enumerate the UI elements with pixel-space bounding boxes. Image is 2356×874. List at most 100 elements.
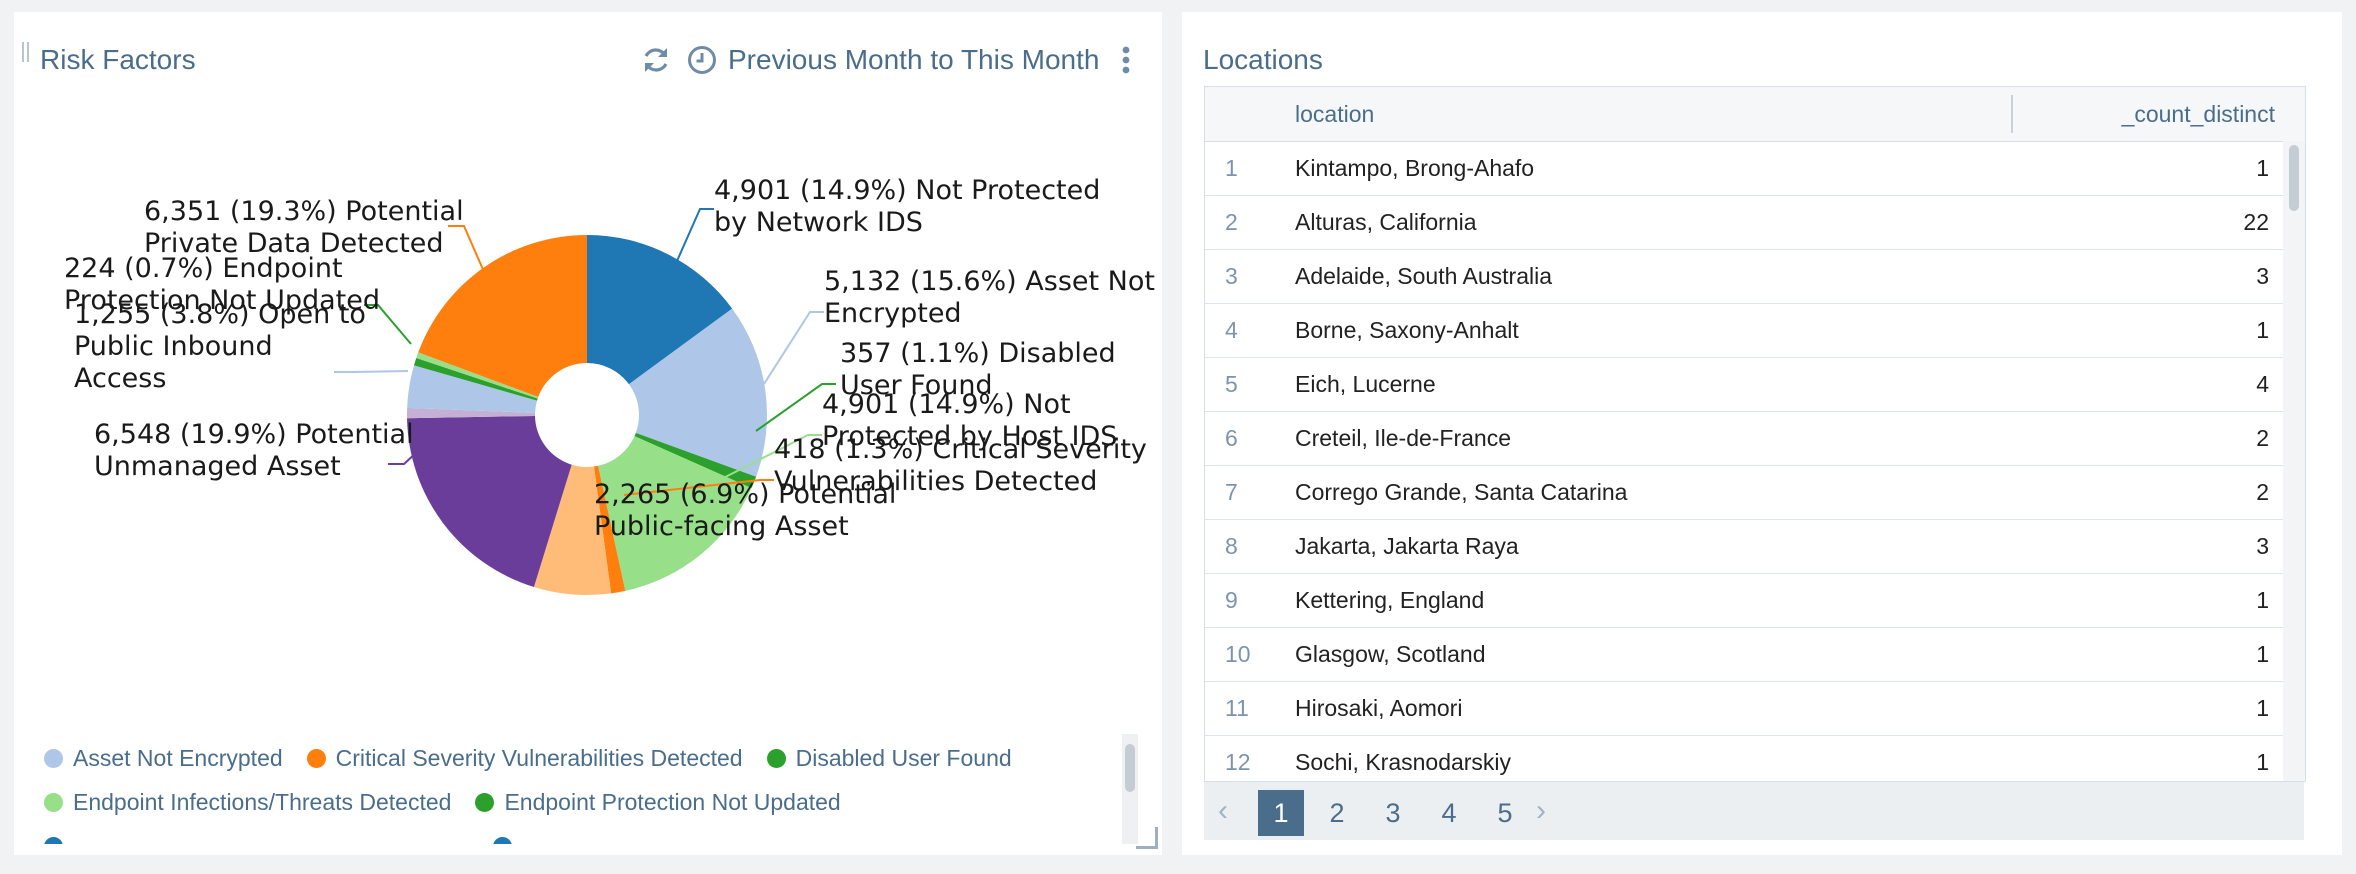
table-row[interactable]: 10 Glasgow, Scotland 1	[1205, 628, 2283, 682]
cell-count: 4	[2256, 371, 2269, 397]
table-scrollbar[interactable]	[2283, 141, 2305, 781]
cell-location: Eich, Lucerne	[1295, 371, 1436, 397]
table-row[interactable]: 1 Kintampo, Brong-Ahafo 1	[1205, 142, 2283, 196]
data-label-asset-not-encrypted: 5,132 (15.6%) Asset Not Encrypted	[824, 266, 1155, 329]
legend-label: Endpoint Protection Not Updated	[504, 788, 841, 815]
row-index: 5	[1225, 371, 1238, 397]
cell-location: Borne, Saxony-Anhalt	[1295, 317, 1519, 343]
table-row[interactable]: 11 Hirosaki, Aomori 1	[1205, 682, 2283, 736]
data-label-potential-private-data-detected: 6,351 (19.3%) Potential Private Data Dete…	[144, 196, 464, 259]
table-row[interactable]: 12 Sochi, Krasnodarskiy 1	[1205, 736, 2283, 781]
drag-handle[interactable]	[22, 42, 30, 62]
legend-row: Asset Not Encrypted Critical Severity Vul…	[44, 740, 1036, 776]
table-header: location _count_distinct	[1205, 87, 2305, 142]
row-index: 9	[1225, 587, 1238, 613]
cell-count: 1	[2256, 155, 2269, 181]
row-index: 6	[1225, 425, 1238, 451]
table-row[interactable]: 2 Alturas, California 22	[1205, 196, 2283, 250]
next-page-button[interactable]: ›	[1536, 782, 1546, 840]
clock-icon[interactable]	[686, 44, 718, 76]
cell-count: 1	[2256, 749, 2269, 775]
pagination: ‹ 1 2 3 4 5 ›	[1204, 782, 2304, 840]
row-index: 7	[1225, 479, 1238, 505]
legend-item[interactable]: Critical Severity Vulnerabilities Detect…	[306, 744, 743, 772]
locations-panel: Locations location _count_distinct 1 Kint…	[1182, 12, 2342, 855]
row-index: 3	[1225, 263, 1238, 289]
risk-pie-chart: 4,901 (14.9%) Not Protected by Network ID…	[64, 175, 1155, 595]
cell-location: Glasgow, Scotland	[1295, 641, 1486, 667]
row-index: 10	[1225, 641, 1251, 667]
resize-handle[interactable]	[1136, 827, 1158, 849]
legend-row	[44, 828, 942, 844]
leader-line	[334, 370, 409, 373]
table-row[interactable]: 3 Adelaide, South Australia 3	[1205, 250, 2283, 304]
column-resizer[interactable]	[2011, 95, 2013, 133]
cell-count: 1	[2256, 587, 2269, 613]
legend-item[interactable]	[493, 836, 522, 844]
cell-count: 3	[2256, 533, 2269, 559]
risk-factors-panel: Risk Factors Previous Month to This Mont…	[14, 12, 1162, 855]
time-period-selector[interactable]: Previous Month to This Month	[728, 44, 1099, 76]
table-row[interactable]: 4 Borne, Saxony-Anhalt 1	[1205, 304, 2283, 358]
page-1-button[interactable]: 1	[1258, 790, 1304, 836]
cell-count: 1	[2256, 695, 2269, 721]
leader-line	[763, 311, 824, 385]
legend-item[interactable]	[44, 836, 73, 844]
table-row[interactable]: 6 Creteil, Ile-de-France 2	[1205, 412, 2283, 466]
data-label-endpoint-protection-not-updated: 224 (0.7%) Endpoint Protection Not Update…	[64, 253, 380, 316]
data-label-potential-public-facing-asset: 2,265 (6.9%) Potential Public-facing Asse…	[594, 479, 896, 542]
table-row[interactable]: 5 Eich, Lucerne 4	[1205, 358, 2283, 412]
cell-location: Hirosaki, Aomori	[1295, 695, 1463, 721]
more-vertical-icon[interactable]	[1118, 44, 1134, 76]
leader-line	[676, 208, 714, 262]
legend-swatch	[766, 748, 786, 768]
legend-item[interactable]: Endpoint Protection Not Updated	[475, 788, 841, 816]
legend-row: Endpoint Infections/Threats Detected Endp…	[44, 784, 865, 820]
page-4-button[interactable]: 4	[1426, 790, 1472, 836]
cell-count: 22	[2243, 209, 2269, 235]
prev-page-button[interactable]: ‹	[1218, 782, 1228, 840]
page-3-button[interactable]: 3	[1370, 790, 1416, 836]
cell-location: Kettering, England	[1295, 587, 1485, 613]
page-2-button[interactable]: 2	[1314, 790, 1360, 836]
legend-item[interactable]: Endpoint Infections/Threats Detected	[44, 789, 451, 816]
row-index: 4	[1225, 317, 1238, 343]
cell-count: 2	[2256, 425, 2269, 451]
table-row[interactable]: 9 Kettering, England 1	[1205, 574, 2283, 628]
leader-line	[448, 225, 486, 275]
legend-item[interactable]: Disabled User Found	[766, 744, 1012, 772]
cell-count: 2	[2256, 479, 2269, 505]
row-index: 11	[1225, 695, 1249, 721]
row-index: 1	[1225, 155, 1238, 181]
cell-location: Corrego Grande, Santa Catarina	[1295, 479, 1628, 505]
legend-swatch	[44, 792, 63, 812]
legend-label: Critical Severity Vulnerabilities Detect…	[335, 744, 743, 771]
chart-legend: Asset Not Encrypted Critical Severity Vul…	[44, 740, 1124, 844]
column-header-location[interactable]: location	[1295, 87, 1374, 141]
legend-swatch	[44, 748, 63, 768]
column-header-count[interactable]: _count_distinct	[2122, 87, 2275, 141]
legend-swatch	[475, 792, 495, 812]
panel-title: Locations	[1203, 44, 1323, 75]
cell-location: Creteil, Ile-de-France	[1295, 425, 1512, 451]
legend-swatch	[493, 836, 512, 844]
table-row[interactable]: 8 Jakarta, Jakarta Raya 3	[1205, 520, 2283, 574]
cell-count: 1	[2256, 641, 2269, 667]
refresh-icon[interactable]	[640, 44, 672, 76]
data-label-potential-unmanaged-asset: 6,548 (19.9%) Potential Unmanaged Asset	[94, 419, 414, 482]
cell-location: Adelaide, South Australia	[1295, 263, 1553, 289]
legend-swatch	[306, 748, 326, 768]
legend-swatch	[44, 836, 63, 844]
cell-count: 3	[2256, 263, 2269, 289]
data-label-not-protected-by-network-ids: 4,901 (14.9%) Not Protected by Network ID…	[714, 175, 1100, 238]
legend-item[interactable]: Asset Not Encrypted	[44, 745, 283, 772]
page-5-button[interactable]: 5	[1482, 790, 1528, 836]
row-index: 2	[1225, 209, 1238, 235]
legend-label: Disabled User Found	[795, 744, 1012, 771]
locations-table: location _count_distinct 1 Kintampo, Bron…	[1204, 86, 2306, 782]
table-row[interactable]: 7 Corrego Grande, Santa Catarina 2	[1205, 466, 2283, 520]
row-index: 8	[1225, 533, 1238, 559]
cell-location: Sochi, Krasnodarskiy	[1295, 749, 1512, 775]
cell-location: Kintampo, Brong-Ahafo	[1295, 155, 1535, 181]
cell-count: 1	[2256, 317, 2269, 343]
